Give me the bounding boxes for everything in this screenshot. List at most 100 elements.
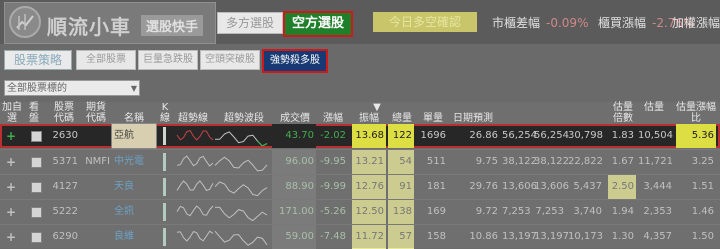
add-watchlist-icon[interactable]: + bbox=[2, 200, 22, 224]
trend-line-sparkline[interactable] bbox=[176, 152, 214, 172]
col-name[interactable]: 名稱 bbox=[122, 113, 146, 124]
add-watchlist-icon[interactable]: + bbox=[2, 150, 22, 174]
sparkline-path bbox=[214, 181, 268, 197]
amplitude-cell: 13.68 bbox=[352, 124, 386, 148]
add-watchlist-icon[interactable]: + bbox=[2, 225, 22, 249]
table-header: 加自選 看盤 股票代碼 期貨代碼 名稱 K線 超勢線 超勢波段 成交價 漲幅 振… bbox=[0, 102, 720, 124]
watch-checkbox[interactable] bbox=[31, 232, 42, 243]
col-qty[interactable]: 總量 bbox=[390, 113, 414, 124]
table-row[interactable]: +6290 良維 59.00 -7.48 11.72 57 158 10.86 13,197 13… bbox=[0, 224, 720, 249]
trend-wave-sparkline[interactable] bbox=[214, 152, 268, 172]
watch-checkbox[interactable] bbox=[31, 157, 42, 168]
col-estimate[interactable]: 估量倍數 bbox=[612, 102, 634, 124]
col-forecast[interactable]: 日期預測 bbox=[448, 113, 498, 124]
stock-name-cell[interactable]: 亞航 bbox=[111, 123, 157, 149]
watch-checkbox[interactable] bbox=[31, 131, 42, 142]
sparkline-path bbox=[176, 205, 214, 217]
sparkline-tail bbox=[257, 140, 268, 146]
trend-wave-sparkline[interactable] bbox=[214, 227, 268, 247]
tab-all-stocks[interactable]: 全部股票 bbox=[76, 50, 136, 70]
trend-wave-sparkline[interactable] bbox=[214, 202, 268, 222]
sparkline-path bbox=[214, 156, 268, 172]
estimate-cell: 1.94 bbox=[611, 206, 634, 217]
col-amplitude[interactable]: 振幅 bbox=[356, 113, 382, 124]
add-watchlist-icon[interactable]: + bbox=[2, 175, 22, 199]
market-diff-stat: 市櫃差幅 -0.09% bbox=[492, 14, 588, 31]
tab-volume-drop[interactable]: 巨量急跌股 bbox=[138, 50, 198, 70]
tab-strong-kill-long[interactable]: 強勢殺多股 bbox=[262, 49, 328, 73]
trend-line-sparkline[interactable] bbox=[176, 126, 214, 146]
price-cell: 88.90 bbox=[272, 175, 316, 199]
col-trend-line[interactable]: 超勢線 bbox=[174, 113, 212, 124]
stock-code-cell: 6290 bbox=[52, 231, 78, 242]
value1-cell: 13,197 bbox=[502, 231, 537, 242]
col-k[interactable]: K線 bbox=[160, 102, 170, 124]
table-row[interactable]: +5222 全訊 171.00 -5.26 12.50 138 169 9.72 7,253 7,… bbox=[0, 199, 720, 224]
otc-change-label: 櫃買漲幅 bbox=[598, 16, 647, 30]
short-select-button[interactable]: 空方選股 bbox=[283, 11, 353, 37]
k-line-icon[interactable] bbox=[163, 127, 166, 145]
volume-cell: 181 bbox=[426, 181, 446, 192]
col-est-ratio[interactable]: 估量漲幅比 bbox=[676, 102, 716, 124]
value2-cell: 56,254 bbox=[534, 130, 569, 141]
futures-code-cell bbox=[82, 200, 112, 224]
trend-wave-sparkline[interactable] bbox=[214, 126, 268, 146]
today-trend-button[interactable]: 今日多空確認 bbox=[373, 12, 477, 32]
amplitude2-cell: 138 bbox=[388, 200, 414, 224]
stock-name-cell[interactable]: 全訊 bbox=[112, 200, 156, 224]
col-est-volume[interactable]: 估量 bbox=[640, 102, 668, 113]
table-row[interactable]: +4127 天良 88.90 -9.99 12.76 91 181 29.76 13,606 13… bbox=[0, 174, 720, 199]
chevron-down-icon: ▼ bbox=[130, 84, 137, 93]
watch-checkbox[interactable] bbox=[31, 207, 42, 218]
stock-name-cell[interactable]: 天良 bbox=[112, 175, 156, 199]
price-cell: 171.00 bbox=[272, 200, 316, 224]
amplitude2-cell: 54 bbox=[388, 150, 414, 174]
amplitude-cell: 12.50 bbox=[352, 200, 386, 224]
tab-bear-breakout[interactable]: 空頭突破股 bbox=[200, 50, 260, 70]
stock-code-cell: 5222 bbox=[52, 206, 78, 217]
amplitude-cell: 12.76 bbox=[352, 175, 386, 199]
col-price[interactable]: 成交價 bbox=[276, 113, 314, 124]
table-row[interactable]: +2630 亞航 43.70 -2.02 13.68 122 1696 26.86 56,254… bbox=[0, 123, 720, 149]
trend-wave-sparkline[interactable] bbox=[214, 177, 268, 197]
col-futures-code[interactable]: 期貨代碼 bbox=[82, 102, 110, 124]
multi-select-button[interactable]: 多方選股 bbox=[217, 12, 283, 34]
price-cell: 96.00 bbox=[272, 150, 316, 174]
col-watch[interactable]: 看盤 bbox=[26, 102, 42, 124]
sparkline-path bbox=[214, 131, 268, 146]
value3-cell: 3,740 bbox=[573, 206, 602, 217]
k-line-icon[interactable] bbox=[163, 153, 166, 171]
col-single-volume[interactable]: 單量 bbox=[420, 113, 446, 124]
trend-line-sparkline[interactable] bbox=[176, 227, 214, 247]
k-line-icon[interactable] bbox=[163, 203, 166, 221]
forecast-cell: 9.75 bbox=[475, 156, 498, 167]
estimate-cell: 1.30 bbox=[611, 231, 634, 242]
sparkline-path bbox=[176, 155, 214, 167]
amplitude-cell: 11.72 bbox=[352, 225, 386, 249]
value1-cell: 56,254 bbox=[502, 130, 537, 141]
amplitude2-cell: 57 bbox=[388, 225, 414, 249]
add-watchlist-icon[interactable]: + bbox=[2, 124, 22, 148]
sparkline-path bbox=[176, 130, 214, 141]
col-code[interactable]: 股票代碼 bbox=[52, 102, 76, 124]
strategy-select[interactable]: 股票策略 bbox=[4, 50, 72, 70]
stock-name-cell[interactable]: 中光電 bbox=[112, 150, 156, 174]
estimate-cell: 2.50 bbox=[608, 175, 636, 199]
estimate-cell: 1.83 bbox=[611, 130, 634, 141]
col-trend-wave[interactable]: 超勢波段 bbox=[220, 113, 268, 124]
app-subtitle: 選股快手 bbox=[141, 15, 204, 36]
volume-cell: 1696 bbox=[420, 130, 446, 141]
stock-name-cell[interactable]: 良維 bbox=[112, 225, 156, 249]
k-line-icon[interactable] bbox=[163, 178, 166, 196]
table-row[interactable]: +5371 NMFI 中光電 96.00 -9.95 13.21 54 511 9.75 38,1… bbox=[0, 149, 720, 174]
trend-line-sparkline[interactable] bbox=[176, 202, 214, 222]
col-add[interactable]: 加自選 bbox=[2, 102, 22, 124]
k-line-icon[interactable] bbox=[163, 228, 166, 246]
value2-cell: 13,197 bbox=[534, 231, 569, 242]
trend-line-sparkline[interactable] bbox=[176, 177, 214, 197]
sparkline-path bbox=[176, 180, 214, 192]
stock-filter-select[interactable]: 全部股票標的 ▼ bbox=[4, 80, 140, 96]
watch-checkbox[interactable] bbox=[31, 182, 42, 193]
col-change[interactable]: 漲幅 bbox=[320, 113, 346, 124]
est-ratio-cell: 5.36 bbox=[676, 124, 716, 148]
